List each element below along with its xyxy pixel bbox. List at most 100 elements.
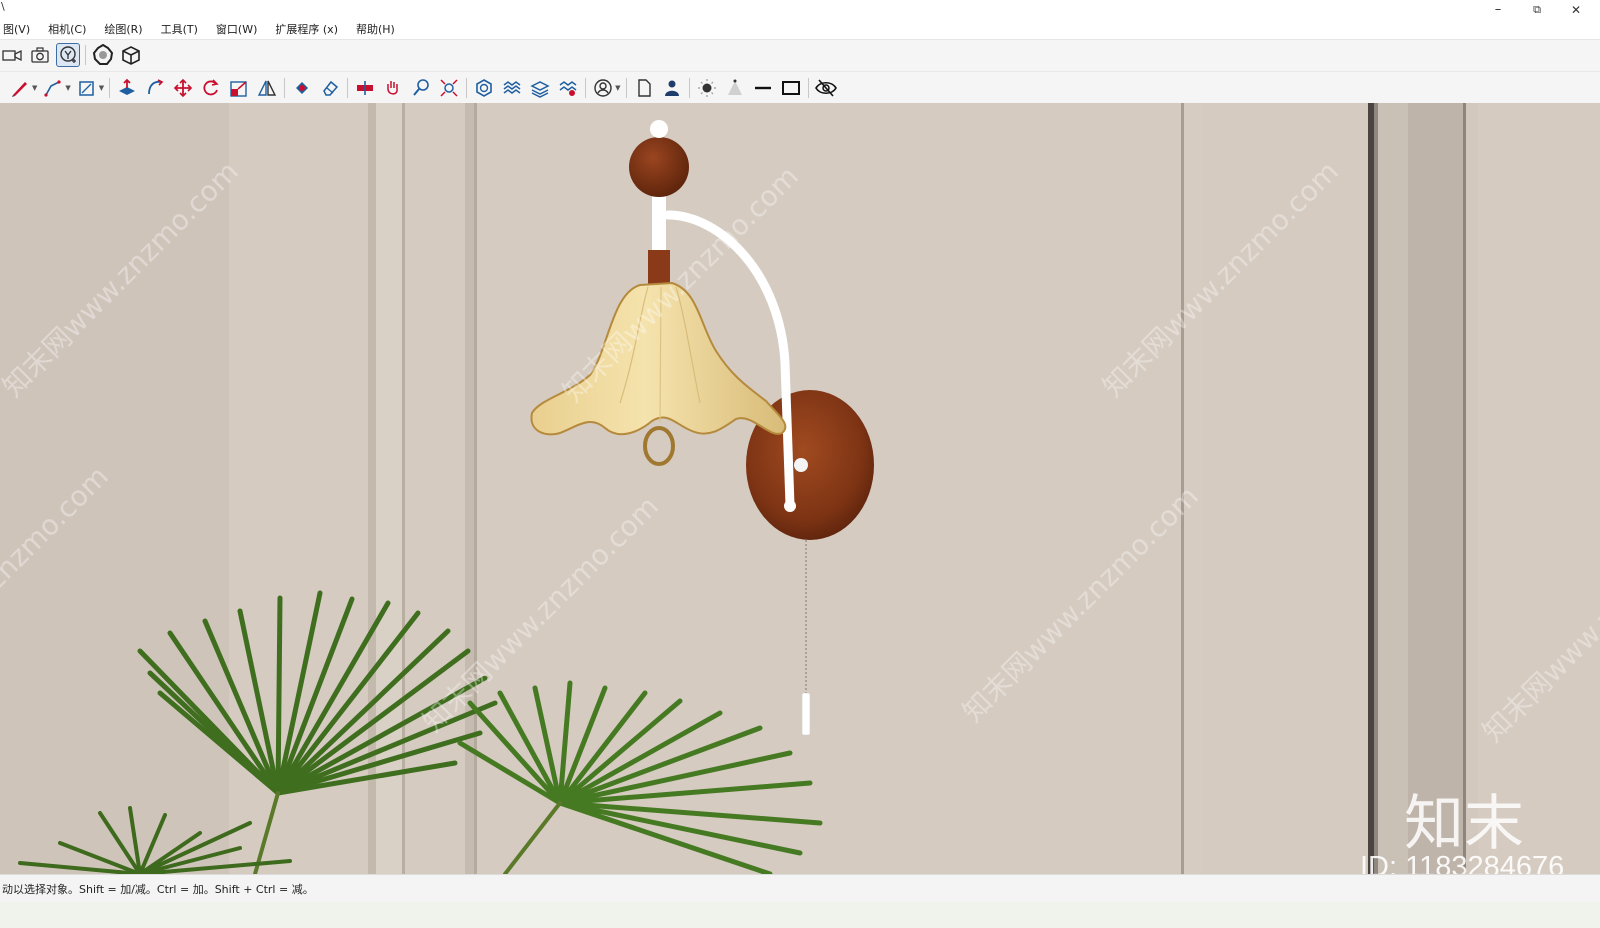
menu-draw[interactable]: 绘图(R) (101, 20, 145, 38)
scene-render (0, 103, 1600, 874)
soften-button[interactable] (472, 76, 496, 100)
page-button[interactable] (632, 76, 656, 100)
chevron-down-icon[interactable]: ▼ (615, 84, 620, 92)
menu-help[interactable]: 帮助(H) (353, 20, 398, 38)
user-button[interactable] (591, 76, 615, 100)
follow-me-button[interactable] (143, 76, 167, 100)
soften-icon (476, 79, 492, 97)
video-camera-button[interactable] (0, 43, 24, 67)
toolbar-separator (688, 78, 690, 98)
menu-tools[interactable]: 工具(T) (158, 20, 201, 38)
rectangle-button[interactable] (75, 76, 99, 100)
line-icon (754, 86, 771, 90)
toolbar-separator (466, 78, 468, 98)
status-text: 动以选择对象。Shift = 加/减。Ctrl = 加。Shift + Ctrl… (2, 883, 314, 896)
polyline-button[interactable] (41, 76, 65, 100)
model-id-label: ID: 1183284676 (1360, 851, 1565, 874)
move-button[interactable] (171, 76, 195, 100)
scale-icon (230, 81, 247, 97)
frame-button[interactable] (779, 76, 803, 100)
component-icon (92, 44, 114, 65)
title-bar: \ – ⧉ ✕ (0, 0, 1600, 19)
menu-extensions[interactable]: 扩展程序 (x) (272, 20, 341, 38)
tags-button[interactable] (556, 76, 580, 100)
toolbar-separator (807, 78, 809, 98)
shadow-icon (727, 79, 742, 95)
box-icon (122, 46, 140, 65)
orbit-button[interactable] (56, 43, 80, 67)
camera-toolbar (0, 40, 1600, 70)
paint-bucket-icon (296, 82, 309, 94)
close-icon: ✕ (1570, 2, 1582, 17)
scale-button[interactable] (227, 76, 251, 100)
zoom-extents-icon (440, 79, 458, 97)
sun-icon (697, 79, 716, 97)
polyline-icon (44, 80, 61, 97)
camera-button[interactable] (28, 43, 52, 67)
rotate-icon (203, 79, 219, 96)
restore-icon: ⧉ (1533, 2, 1541, 16)
zoom-extents-button[interactable] (437, 76, 461, 100)
push-pull-icon (119, 78, 136, 95)
minimize-icon: – (1494, 2, 1502, 17)
minimize-button[interactable]: – (1478, 0, 1518, 19)
box-button[interactable] (119, 43, 143, 67)
flip-button[interactable] (255, 76, 279, 100)
eraser-button[interactable] (318, 76, 342, 100)
chevron-down-icon[interactable]: ▼ (32, 84, 37, 92)
stack-button[interactable] (528, 76, 552, 100)
toolbar-separator (625, 78, 627, 98)
line-style-button[interactable] (751, 76, 775, 100)
menu-view[interactable]: 图(V) (0, 20, 33, 38)
menu-window[interactable]: 窗口(W) (213, 20, 260, 38)
hidden-icon (814, 79, 837, 97)
layers-icon (503, 81, 521, 94)
app-title-glyph: \ (1, 0, 5, 13)
camera-icon (31, 47, 49, 63)
hidden-geometry-button[interactable] (814, 76, 838, 100)
chevron-down-icon[interactable]: ▼ (65, 84, 70, 92)
component-button[interactable] (91, 43, 115, 67)
sun-button[interactable] (695, 76, 719, 100)
flip-icon (258, 80, 277, 96)
layers-button[interactable] (500, 76, 524, 100)
stack-icon (530, 81, 550, 98)
toolbar-separator (109, 78, 111, 98)
person-button[interactable] (660, 76, 684, 100)
chevron-down-icon[interactable]: ▼ (99, 84, 104, 92)
toolbar-separator (85, 45, 86, 65)
push-pull-button[interactable] (115, 76, 139, 100)
model-viewport[interactable]: 知末网www.znzmo.com 知末网www.znzmo.com 知末网www… (0, 103, 1600, 874)
pan-icon (387, 81, 398, 95)
paint-bucket-button[interactable] (290, 76, 314, 100)
tags-icon (559, 81, 577, 96)
menu-bar: 图(V) 相机(C) 绘图(R) 工具(T) 窗口(W) 扩展程序 (x) 帮助… (0, 19, 1600, 40)
toolbar-separator (585, 78, 587, 98)
rectangle-icon (79, 81, 94, 96)
rotate-button[interactable] (199, 76, 223, 100)
eraser-icon (323, 80, 339, 96)
brand-logo: 知末 (1404, 789, 1524, 859)
pan-button[interactable] (381, 76, 405, 100)
close-button[interactable]: ✕ (1556, 0, 1596, 19)
page-icon (637, 79, 651, 97)
toolbar-separator (284, 78, 286, 98)
move-icon (174, 78, 193, 98)
shadow-button[interactable] (723, 76, 747, 100)
orbit-icon (60, 46, 76, 63)
section-icon (357, 81, 374, 95)
frame-icon (781, 81, 800, 95)
user-icon (594, 79, 612, 97)
section-button[interactable] (353, 76, 377, 100)
restore-button[interactable]: ⧉ (1517, 0, 1557, 19)
person-icon (664, 80, 679, 96)
pencil-button[interactable] (8, 76, 32, 100)
menu-camera[interactable]: 相机(C) (45, 20, 89, 38)
status-bar: 动以选择对象。Shift = 加/减。Ctrl = 加。Shift + Ctrl… (0, 874, 1600, 903)
zoom-icon (413, 79, 429, 96)
zoom-button[interactable] (409, 76, 433, 100)
main-toolbar: ▼ ▼ ▼ ▼ (0, 71, 1600, 104)
follow-me-icon (148, 79, 164, 95)
bottom-strip (0, 902, 1600, 928)
toolbar-separator (347, 78, 349, 98)
